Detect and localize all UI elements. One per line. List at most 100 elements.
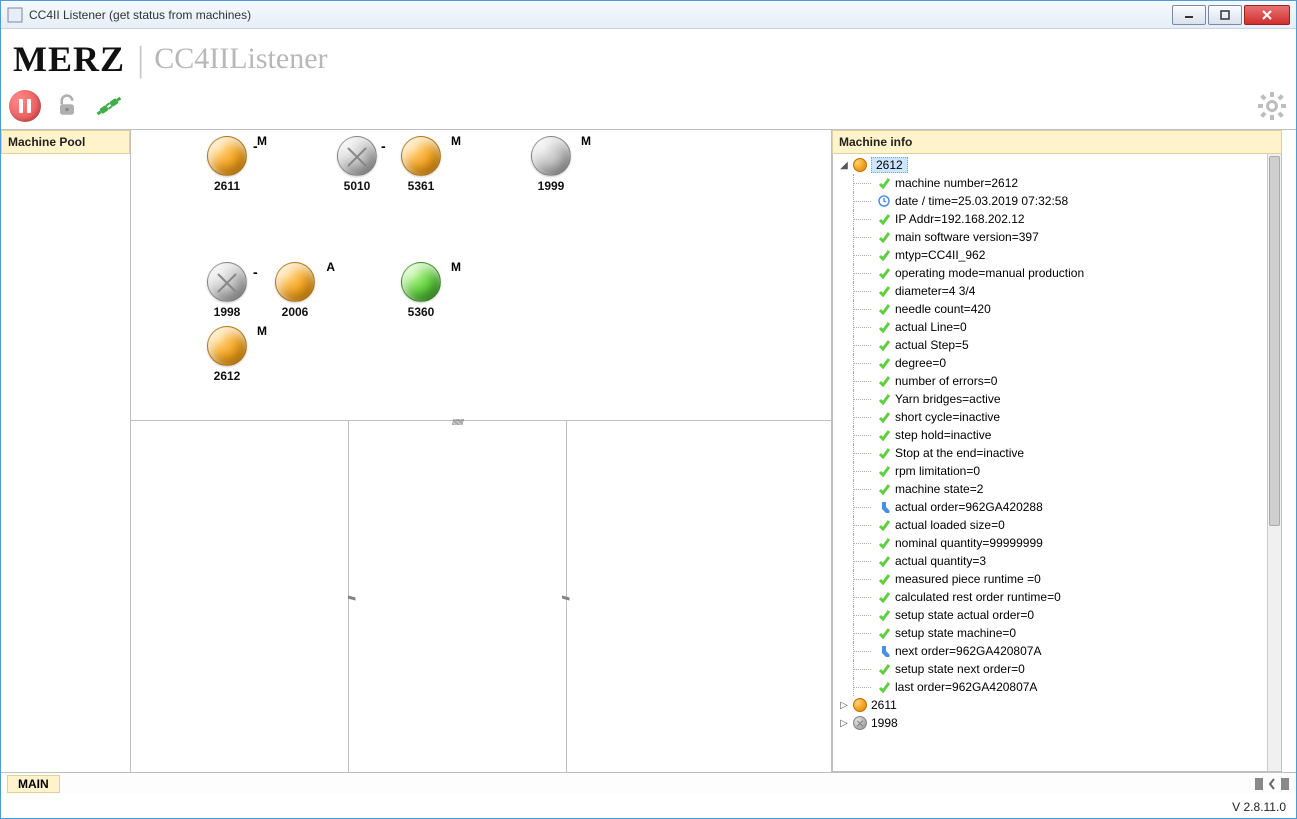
check-icon <box>877 608 891 622</box>
tree-item[interactable]: machine state=2 <box>833 480 1281 498</box>
tree-item[interactable]: last order=962GA420807A <box>833 678 1281 696</box>
pause-button[interactable] <box>9 90 41 122</box>
machine-2611[interactable]: M2611 <box>201 136 253 193</box>
tree-item[interactable]: calculated rest order runtime=0 <box>833 588 1281 606</box>
status-ball[interactable] <box>207 136 247 176</box>
clock-icon <box>877 194 891 208</box>
tree-item[interactable]: next order=962GA420807A <box>833 642 1281 660</box>
tree-item[interactable]: Yarn bridges=active <box>833 390 1281 408</box>
tree-item[interactable]: setup state machine=0 <box>833 624 1281 642</box>
check-icon <box>877 302 891 316</box>
machine-id-label: 1998 <box>201 305 253 319</box>
drag-handle-icon[interactable]: ///////// <box>452 418 463 427</box>
status-ball[interactable] <box>531 136 571 176</box>
status-ball[interactable] <box>207 326 247 366</box>
info-title: Machine info <box>832 130 1282 154</box>
tree-item-label: last order=962GA420807A <box>895 680 1037 694</box>
tree-item[interactable]: step hold=inactive <box>833 426 1281 444</box>
tree-item[interactable]: main software version=397 <box>833 228 1281 246</box>
machine-id-label: 5361 <box>395 179 447 193</box>
tree-item[interactable]: number of errors=0 <box>833 372 1281 390</box>
status-ball[interactable] <box>207 262 247 302</box>
check-icon <box>877 284 891 298</box>
version-label: V 2.8.11.0 <box>1232 800 1286 814</box>
scrollbar[interactable] <box>1267 154 1281 771</box>
window-title: CC4II Listener (get status from machines… <box>29 8 1170 22</box>
tree-node-1998[interactable]: ▷1998 <box>833 714 1281 732</box>
tree-item-label: main software version=397 <box>895 230 1039 244</box>
sidebar-title: Machine Pool <box>1 130 130 154</box>
tree-item[interactable]: diameter=4 3/4 <box>833 282 1281 300</box>
machine-1999[interactable]: M1999 <box>525 136 577 193</box>
tree-item-label: actual loaded size=0 <box>895 518 1005 532</box>
pool-canvas[interactable]: M26115010M5361M19991998A2006M5360M2612--… <box>131 130 831 420</box>
tree-item[interactable]: date / time=25.03.2019 07:32:58 <box>833 192 1281 210</box>
machine-5010[interactable]: 5010 <box>331 136 383 193</box>
tree-item[interactable]: short cycle=inactive <box>833 408 1281 426</box>
tree-item[interactable]: mtyp=CC4II_962 <box>833 246 1281 264</box>
toolbar <box>1 89 1296 129</box>
tree-item[interactable]: needle count=420 <box>833 300 1281 318</box>
tree-item[interactable]: actual quantity=3 <box>833 552 1281 570</box>
machine-tag: M <box>257 134 267 148</box>
expand-icon[interactable]: ▷ <box>839 700 849 711</box>
expand-icon[interactable]: ▷ <box>839 718 849 729</box>
drag-handle-icon[interactable]: //// <box>345 595 356 598</box>
tree-item-label: diameter=4 3/4 <box>895 284 975 298</box>
info-tree[interactable]: ◢ 2612machine number=2612date / time=25.0… <box>832 154 1282 772</box>
app-icon <box>7 7 23 23</box>
tree-item[interactable]: rpm limitation=0 <box>833 462 1281 480</box>
connection-button[interactable] <box>93 90 125 122</box>
tree-item[interactable]: actual Step=5 <box>833 336 1281 354</box>
titlebar: CC4II Listener (get status from machines… <box>1 1 1296 29</box>
machine-2612[interactable]: M2612 <box>201 326 253 383</box>
sidebar: Machine Pool <box>1 130 131 772</box>
tree-item[interactable]: actual order=962GA420288 <box>833 498 1281 516</box>
grid-col-3[interactable] <box>567 421 831 772</box>
collapse-icon[interactable]: ◢ <box>839 160 849 171</box>
tree-item[interactable]: measured piece runtime =0 <box>833 570 1281 588</box>
main-area: Machine Pool M26115010M5361M19991998A200… <box>1 129 1296 772</box>
panel-icon <box>1254 777 1264 791</box>
machine-2006[interactable]: A2006 <box>269 262 321 319</box>
tree-item[interactable]: setup state actual order=0 <box>833 606 1281 624</box>
status-main[interactable]: MAIN <box>7 775 60 793</box>
tree-node-label: 2612 <box>871 157 908 173</box>
check-icon <box>877 554 891 568</box>
minimize-button[interactable] <box>1172 5 1206 25</box>
panel-icon <box>1280 777 1290 791</box>
tree-item[interactable]: setup state next order=0 <box>833 660 1281 678</box>
tree-node-2612[interactable]: ◢ 2612 <box>833 156 1281 174</box>
tree-item[interactable]: nominal quantity=99999999 <box>833 534 1281 552</box>
tree-item[interactable]: degree=0 <box>833 354 1281 372</box>
machine-id-label: 5360 <box>395 305 447 319</box>
grid-col-2[interactable]: ///////// //// //// <box>349 421 567 772</box>
tree-node-2611[interactable]: ▷2611 <box>833 696 1281 714</box>
machine-5360[interactable]: M5360 <box>395 262 447 319</box>
status-ball[interactable] <box>401 262 441 302</box>
machine-5361[interactable]: M5361 <box>395 136 447 193</box>
status-ball[interactable] <box>401 136 441 176</box>
check-icon <box>877 482 891 496</box>
tree-item[interactable]: actual Line=0 <box>833 318 1281 336</box>
tree-item[interactable]: operating mode=manual production <box>833 264 1281 282</box>
settings-button[interactable] <box>1256 90 1288 122</box>
tree-item-label: IP Addr=192.168.202.12 <box>895 212 1025 226</box>
machine-tag: M <box>451 260 461 274</box>
tree-item[interactable]: machine number=2612 <box>833 174 1281 192</box>
window-buttons <box>1170 5 1290 25</box>
grid-col-1[interactable] <box>131 421 349 772</box>
scrollbar-thumb[interactable] <box>1269 156 1280 526</box>
status-ball[interactable] <box>337 136 377 176</box>
machine-id-label: 2006 <box>269 305 321 319</box>
lock-button[interactable] <box>51 90 83 122</box>
machine-tag: M <box>581 134 591 148</box>
tree-item[interactable]: actual loaded size=0 <box>833 516 1281 534</box>
machine-1998[interactable]: 1998 <box>201 262 253 319</box>
tree-item[interactable]: Stop at the end=inactive <box>833 444 1281 462</box>
status-ball[interactable] <box>275 262 315 302</box>
tree-item[interactable]: IP Addr=192.168.202.12 <box>833 210 1281 228</box>
close-button[interactable] <box>1244 5 1290 25</box>
chevron-left-icon[interactable] <box>1268 777 1276 791</box>
maximize-button[interactable] <box>1208 5 1242 25</box>
